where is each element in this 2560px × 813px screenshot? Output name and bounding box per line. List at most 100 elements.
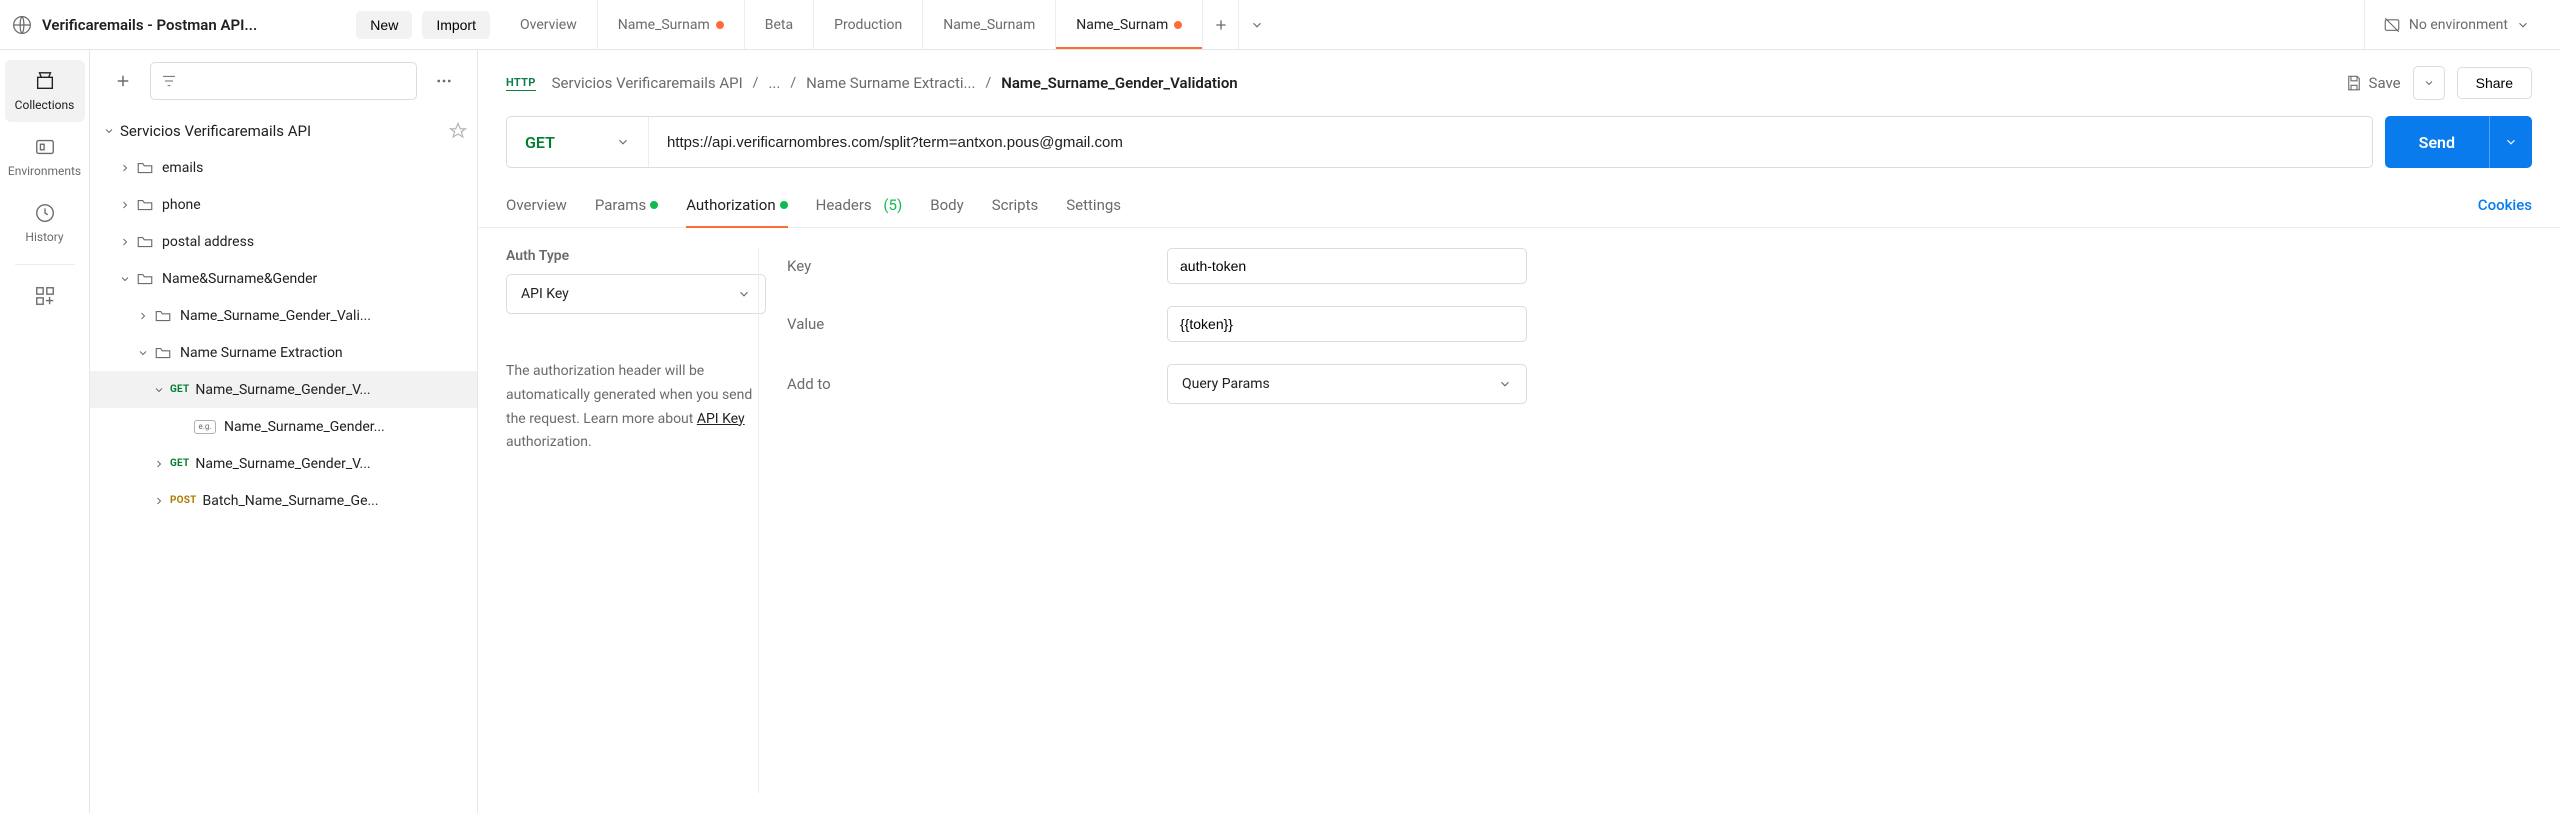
- method-badge-get: GET: [170, 458, 189, 469]
- tab-item[interactable]: Name_Surnam: [597, 0, 744, 49]
- chevron-down-icon[interactable]: [148, 379, 170, 401]
- save-dropdown[interactable]: [2413, 66, 2445, 100]
- no-environment-icon: [2383, 16, 2401, 34]
- subtab-scripts[interactable]: Scripts: [992, 182, 1039, 227]
- tree-folder[interactable]: postal address: [90, 223, 477, 260]
- subtab-authorization[interactable]: Authorization: [686, 182, 787, 227]
- environments-icon: [34, 136, 56, 158]
- save-icon: [2345, 74, 2363, 92]
- tab-item[interactable]: Production: [813, 0, 922, 49]
- chevron-right-icon[interactable]: [148, 453, 170, 475]
- globe-icon: [12, 15, 32, 35]
- tab-bar: Overview Name_Surnam Beta Production Nam…: [500, 0, 2354, 49]
- crumb[interactable]: Servicios Verificaremails API: [552, 74, 743, 92]
- rail-environments[interactable]: Environments: [5, 126, 85, 188]
- chevron-down-icon: [616, 135, 630, 149]
- history-icon: [34, 202, 56, 224]
- url-input[interactable]: [649, 117, 2372, 167]
- share-button[interactable]: Share: [2457, 67, 2532, 99]
- tree-request[interactable]: POST Batch_Name_Surname_Ge...: [90, 482, 477, 519]
- chevron-right-icon[interactable]: [114, 231, 136, 253]
- tree-folder[interactable]: emails: [90, 149, 477, 186]
- workspace-title[interactable]: Verificaremails - Postman API...: [42, 16, 346, 34]
- tab-overview[interactable]: Overview: [500, 0, 597, 49]
- tree-request[interactable]: GET Name_Surname_Gender_V...: [90, 445, 477, 482]
- folder-icon: [136, 270, 154, 288]
- rail-history[interactable]: History: [5, 192, 85, 254]
- subtab-headers[interactable]: Headers (5): [816, 182, 903, 227]
- modified-dot-icon: [716, 21, 724, 29]
- tree-example[interactable]: e.g. Name_Surname_Gender...: [90, 408, 477, 445]
- star-icon[interactable]: [449, 122, 467, 140]
- auth-type-label: Auth Type: [506, 248, 758, 264]
- chevron-right-icon[interactable]: [114, 194, 136, 216]
- chevron-down-icon: [1498, 377, 1512, 391]
- sidebar-more-button[interactable]: [425, 62, 463, 100]
- tree-folder[interactable]: Name_Surname_Gender_Vali...: [90, 297, 477, 334]
- tree-folder[interactable]: Name Surname Extraction: [90, 334, 477, 371]
- chevron-down-icon[interactable]: [98, 120, 120, 142]
- sidebar: Servicios Verificaremails API emails pho…: [90, 50, 478, 813]
- new-button[interactable]: New: [356, 11, 412, 39]
- save-button[interactable]: Save: [2345, 74, 2401, 92]
- send-dropdown[interactable]: [2489, 116, 2532, 168]
- subtab-overview[interactable]: Overview: [506, 182, 567, 227]
- filter-icon: [161, 73, 177, 89]
- import-button[interactable]: Import: [422, 11, 490, 39]
- tree-request-selected[interactable]: GET Name_Surname_Gender_V...: [90, 371, 477, 408]
- method-select[interactable]: GET: [507, 117, 649, 167]
- subtab-settings[interactable]: Settings: [1066, 182, 1121, 227]
- chevron-right-icon[interactable]: [132, 305, 154, 327]
- add-panel-icon: [34, 285, 56, 307]
- modified-dot-icon: [1174, 21, 1182, 29]
- example-icon: e.g.: [194, 420, 216, 434]
- tab-item-active[interactable]: Name_Surnam: [1055, 0, 1202, 49]
- auth-addto-select[interactable]: Query Params: [1167, 364, 1527, 404]
- folder-icon: [154, 307, 172, 325]
- url-input-group: GET: [506, 116, 2373, 168]
- http-badge: HTTP: [506, 76, 536, 91]
- crumb[interactable]: ...: [768, 74, 780, 92]
- method-badge-post: POST: [170, 495, 197, 506]
- tree-folder[interactable]: phone: [90, 186, 477, 223]
- chevron-down-icon: [737, 287, 751, 301]
- new-tab-button[interactable]: [1202, 0, 1238, 49]
- environment-picker[interactable]: No environment: [2364, 0, 2548, 49]
- auth-type-select[interactable]: API Key: [506, 274, 766, 314]
- api-key-doc-link[interactable]: API Key: [697, 411, 745, 427]
- auth-addto-label: Add to: [787, 375, 1167, 393]
- status-dot-icon: [650, 201, 658, 209]
- auth-description: The authorization header will be automat…: [506, 360, 758, 455]
- auth-value-input[interactable]: [1167, 306, 1527, 342]
- status-dot-icon: [780, 201, 788, 209]
- tab-item[interactable]: Beta: [744, 0, 813, 49]
- crumb-final: Name_Surname_Gender_Validation: [1001, 74, 1237, 92]
- subtab-params[interactable]: Params: [595, 182, 658, 227]
- cookies-link[interactable]: Cookies: [2478, 196, 2532, 214]
- chevron-down-icon[interactable]: [114, 268, 136, 290]
- auth-key-label: Key: [787, 257, 1167, 275]
- tab-item[interactable]: Name_Surnam: [922, 0, 1055, 49]
- auth-key-input[interactable]: [1167, 248, 1527, 284]
- rail-add-panel[interactable]: [5, 275, 85, 317]
- rail-collections[interactable]: Collections: [5, 60, 85, 122]
- tree-collection-root[interactable]: Servicios Verificaremails API: [90, 112, 477, 149]
- auth-value-label: Value: [787, 315, 1167, 333]
- left-rail: Collections Environments History: [0, 50, 90, 813]
- add-collection-button[interactable]: [104, 62, 142, 100]
- divider: [15, 264, 75, 265]
- crumb[interactable]: Name Surname Extracti...: [806, 74, 975, 92]
- tree-folder[interactable]: Name&Surname&Gender: [90, 260, 477, 297]
- folder-icon: [136, 233, 154, 251]
- chevron-down-icon: [2516, 18, 2530, 32]
- tabs-dropdown[interactable]: [1238, 0, 1274, 49]
- chevron-down-icon[interactable]: [132, 342, 154, 364]
- folder-icon: [154, 344, 172, 362]
- send-button[interactable]: Send: [2385, 116, 2532, 168]
- chevron-right-icon[interactable]: [114, 157, 136, 179]
- collections-icon: [34, 70, 56, 92]
- method-badge-get: GET: [170, 384, 189, 395]
- subtab-body[interactable]: Body: [930, 182, 963, 227]
- chevron-right-icon[interactable]: [148, 490, 170, 512]
- filter-input[interactable]: [150, 62, 417, 100]
